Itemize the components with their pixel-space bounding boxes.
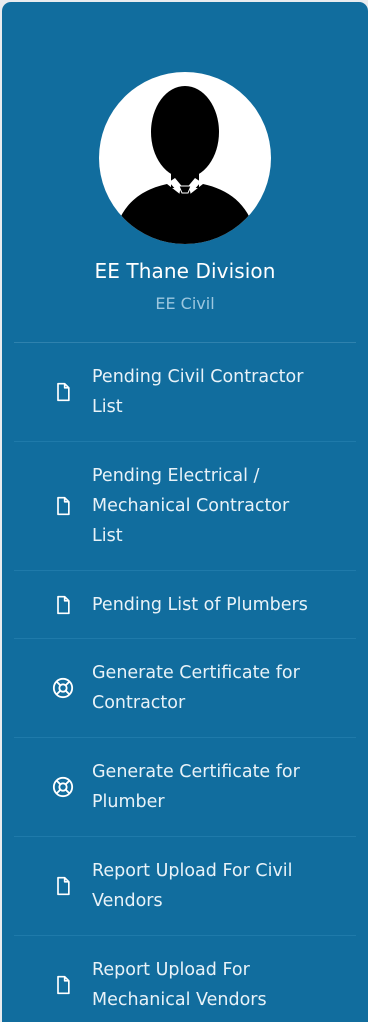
user-silhouette-icon	[113, 86, 257, 244]
menu-item-label: Pending Electrical / Mechanical Contract…	[92, 466, 290, 546]
menu-item-pending-list-of-plumbers[interactable]: Pending List of Plumbers	[14, 571, 356, 639]
sidebar: EE Thane Division EE Civil Pending Civil…	[2, 2, 368, 1022]
menu-item-report-upload-mechanical-vendors[interactable]: Report Upload For Mechanical Vendors	[14, 936, 356, 1022]
file-icon	[51, 593, 75, 617]
menu-item-label: Generate Certificate for Contractor	[92, 663, 300, 713]
menu-item-pending-electrical-mechanical-contractor-list[interactable]: Pending Electrical / Mechanical Contract…	[14, 442, 356, 571]
menu-item-pending-civil-contractor-list[interactable]: Pending Civil Contractor List	[14, 343, 356, 442]
lifebuoy-icon	[51, 775, 75, 799]
menu-item-report-upload-civil-vendors[interactable]: Report Upload For Civil Vendors	[14, 837, 356, 936]
menu-item-label: Pending Civil Contractor List	[92, 367, 304, 417]
menu-item-label: Report Upload For Civil Vendors	[92, 861, 293, 911]
profile-role: EE Civil	[155, 294, 215, 313]
file-icon	[51, 494, 75, 518]
menu-item-label: Generate Certificate for Plumber	[92, 762, 300, 812]
menu-item-generate-certificate-contractor[interactable]: Generate Certificate for Contractor	[14, 639, 356, 738]
menu-item-generate-certificate-plumber[interactable]: Generate Certificate for Plumber	[14, 738, 356, 837]
file-icon	[51, 380, 75, 404]
sidebar-menu: Pending Civil Contractor List Pending El…	[14, 343, 356, 1022]
profile-name: EE Thane Division	[94, 259, 276, 283]
file-icon	[51, 973, 75, 997]
file-icon	[51, 874, 75, 898]
avatar	[99, 72, 271, 244]
menu-item-label: Pending List of Plumbers	[92, 594, 308, 615]
lifebuoy-icon	[51, 676, 75, 700]
menu-item-label: Report Upload For Mechanical Vendors	[92, 960, 267, 1010]
profile-section: EE Thane Division EE Civil	[2, 2, 368, 343]
